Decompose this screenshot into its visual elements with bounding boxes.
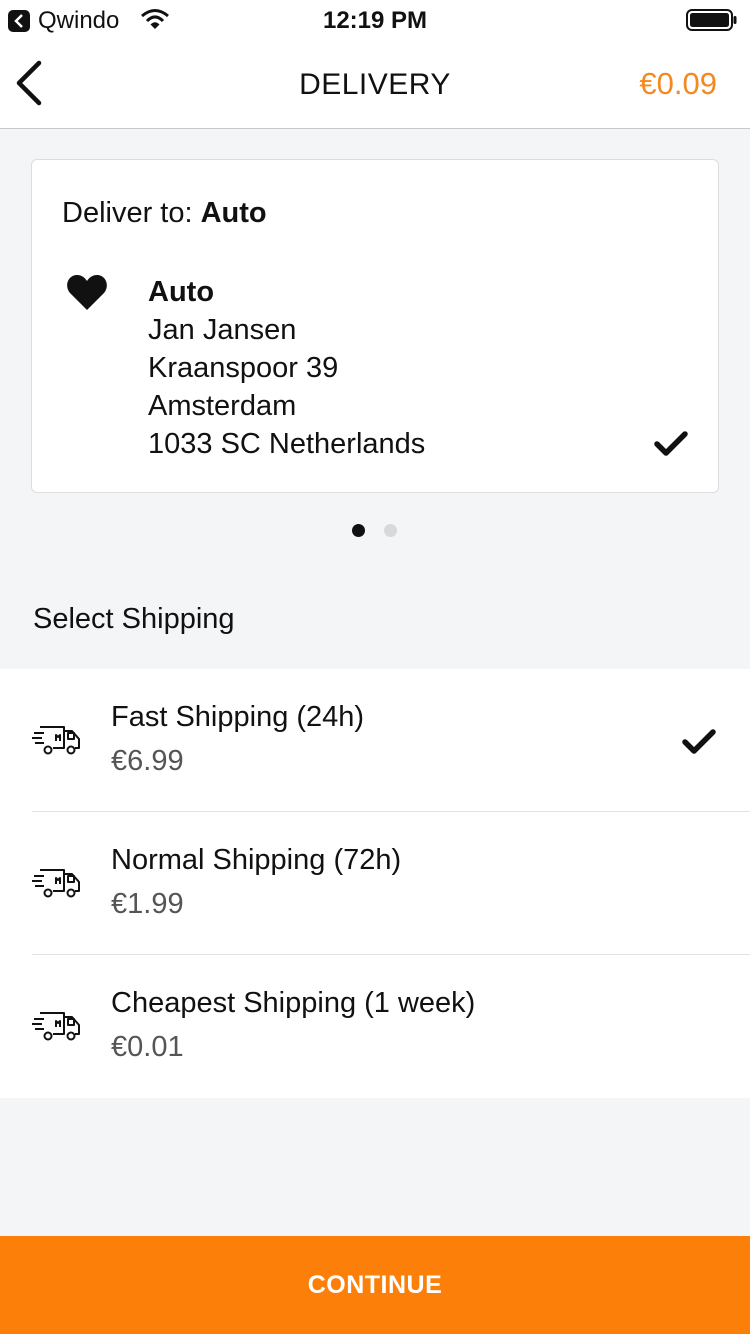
delivery-truck-icon (32, 869, 80, 898)
page-dot-inactive[interactable] (384, 524, 397, 537)
shipping-list: Fast Shipping (24h) €6.99 Normal Shippin… (0, 669, 750, 1098)
shipping-option-name: Normal Shipping (72h) (111, 844, 402, 876)
address-street: Kraanspoor 39 (148, 352, 339, 384)
deliver-to-label: Deliver to: (62, 197, 201, 229)
shipping-option-price: €6.99 (111, 745, 184, 777)
shipping-option-fast[interactable]: Fast Shipping (24h) €6.99 (0, 669, 750, 812)
shipping-option-price: €0.01 (111, 1031, 184, 1063)
deliver-to-value: Auto (200, 197, 267, 229)
address-lines: Auto Jan Jansen Kraanspoor 39 Amsterdam … (148, 273, 425, 463)
shipping-option-name: Cheapest Shipping (1 week) (111, 987, 476, 1019)
heart-icon (67, 275, 107, 310)
shipping-option-price: €1.99 (111, 888, 184, 920)
status-bar: Qwindo 12:19 PM (0, 0, 750, 40)
status-time: 12:19 PM (322, 7, 428, 34)
battery-icon (686, 9, 737, 31)
checkmark-icon (654, 431, 688, 456)
page-dot-active[interactable] (352, 524, 365, 537)
deliver-to-heading: Deliver to: Auto (62, 197, 267, 230)
nav-bar: DELIVERY €0.09 (0, 40, 750, 129)
address-name: Auto (148, 276, 215, 308)
address-card[interactable]: Deliver to: Auto Auto Jan Jansen Kraansp… (31, 159, 719, 493)
address-city: Amsterdam (148, 390, 297, 422)
continue-button[interactable]: CONTINUE (0, 1236, 750, 1334)
address-postal-country: 1033 SC Netherlands (148, 428, 426, 460)
order-total: €0.09 (639, 66, 717, 101)
page-title: DELIVERY (299, 68, 451, 101)
delivery-truck-icon (32, 1012, 80, 1041)
checkmark-icon (682, 729, 716, 754)
shipping-option-normal[interactable]: Normal Shipping (72h) €1.99 (0, 812, 750, 955)
delivery-truck-icon (32, 726, 80, 755)
address-person: Jan Jansen (148, 314, 297, 346)
section-title: Select Shipping (33, 603, 235, 635)
shipping-option-cheapest[interactable]: Cheapest Shipping (1 week) €0.01 (0, 955, 750, 1098)
shipping-option-name: Fast Shipping (24h) (111, 701, 365, 733)
